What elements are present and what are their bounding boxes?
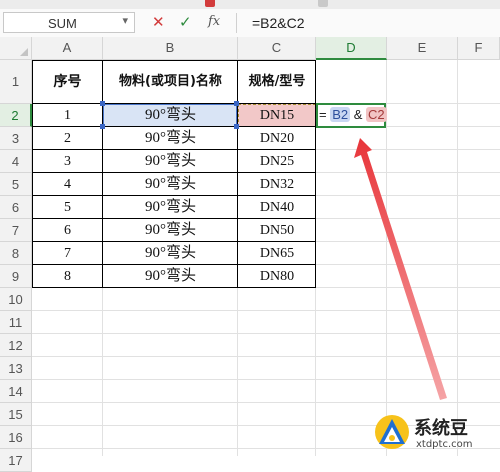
annotation-arrow-icon	[354, 138, 447, 400]
watermark-logo-icon	[375, 415, 409, 449]
watermark-url: xtdptc.com	[416, 439, 473, 450]
watermark-title: 系统豆	[414, 418, 468, 439]
watermark: 系统豆 xtdptc.com	[372, 410, 500, 456]
